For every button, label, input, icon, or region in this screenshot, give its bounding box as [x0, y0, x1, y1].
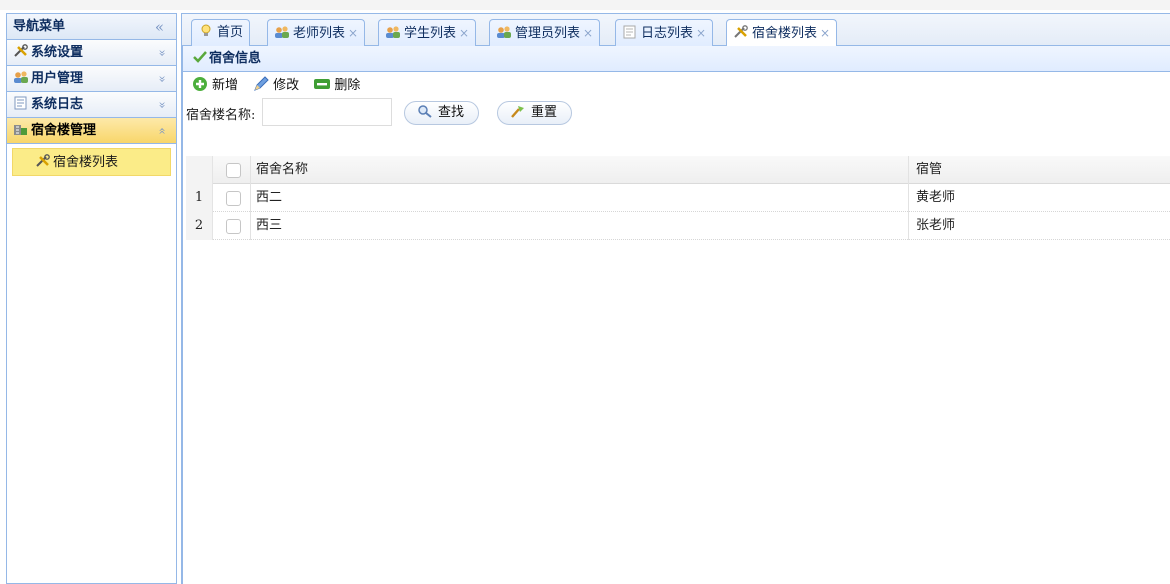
- dorm-name-cell: 西二: [256, 190, 283, 205]
- manager-cell: 张老师: [916, 218, 956, 233]
- edit-button[interactable]: 修改: [252, 74, 299, 98]
- bulb-icon: [201, 24, 211, 36]
- column-divider: [908, 184, 909, 212]
- nav-item-label: 宿舍楼列表: [53, 155, 119, 170]
- tab-label: 学生列表: [404, 26, 457, 41]
- nav-accordion: 导航菜单 « 系统设置 » 用户管理 » 系统日志 » 宿舍楼管理 « 宿舍楼列…: [6, 13, 177, 584]
- column-divider: [908, 212, 909, 240]
- add-label: 新增: [212, 78, 239, 93]
- column-header-dorm-name[interactable]: 宿舍名称: [256, 156, 308, 184]
- top-strip: [0, 0, 1170, 10]
- tab-label: 日志列表: [641, 26, 694, 41]
- users-icon: [497, 26, 511, 38]
- grid-toolbar: 新增 修改 删除: [183, 74, 1170, 98]
- nav-section-label: 系统日志: [31, 97, 84, 112]
- remove-icon: [314, 79, 331, 89]
- nav-section-system-settings[interactable]: 系统设置 »: [7, 40, 176, 66]
- add-icon: [193, 77, 207, 91]
- users-icon: [275, 26, 289, 38]
- dorm-name-label: 宿舍楼名称:: [186, 108, 256, 123]
- close-tab-icon[interactable]: ×: [459, 26, 469, 40]
- reset-icon: [511, 106, 524, 118]
- close-tab-icon[interactable]: ×: [583, 26, 593, 40]
- nav-menu-header: 导航菜单 «: [7, 14, 176, 40]
- dorm-management-body: 宿舍楼列表: [7, 144, 176, 180]
- tab-student-list[interactable]: 学生列表 ×: [378, 19, 477, 47]
- tab-label: 首页: [217, 25, 244, 40]
- users-icon: [386, 26, 400, 38]
- tab-log-list[interactable]: 日志列表 ×: [615, 19, 714, 47]
- tools-icon: [734, 25, 748, 38]
- nav-item-dorm-list[interactable]: 宿舍楼列表: [12, 148, 171, 176]
- row-number: 2: [186, 212, 213, 240]
- search-bar: 宿舍楼名称: 查找 重置: [183, 98, 1170, 128]
- row-checkbox[interactable]: [226, 191, 241, 206]
- row-number-header: [186, 156, 213, 184]
- users-icon: [14, 71, 28, 83]
- panel-title: 宿舍信息: [209, 51, 262, 66]
- edit-label: 修改: [273, 78, 300, 93]
- search-button[interactable]: 查找: [404, 101, 480, 125]
- pencil-icon: [254, 76, 269, 91]
- dorm-info-panel: 宿舍信息 新增 修改 删除 宿舍楼名称: 查找 重置 宿舍名称 宿管 1 西二 …: [182, 46, 1170, 584]
- reset-button[interactable]: 重置: [497, 101, 573, 125]
- tab-teacher-list[interactable]: 老师列表 ×: [267, 19, 366, 47]
- nav-menu-title: 导航菜单: [13, 19, 66, 34]
- expand-section-icon[interactable]: »: [149, 101, 175, 108]
- building-icon: [14, 125, 27, 135]
- table-row[interactable]: 2 西三 张老师: [186, 212, 1170, 240]
- doc-icon: [623, 25, 636, 39]
- dorm-name-input[interactable]: [262, 98, 392, 126]
- tools-icon: [36, 154, 50, 167]
- row-checkbox[interactable]: [226, 219, 241, 234]
- nav-section-label: 宿舍楼管理: [31, 123, 97, 138]
- log-icon: [14, 96, 27, 110]
- collapse-sidebar-icon[interactable]: «: [155, 14, 164, 40]
- column-divider: [908, 156, 909, 184]
- dorm-name-cell: 西三: [256, 218, 283, 233]
- column-header-manager[interactable]: 宿管: [916, 156, 942, 184]
- column-divider: [250, 184, 251, 212]
- reset-label: 重置: [531, 105, 558, 120]
- tab-dorm-list[interactable]: 宿舍楼列表 ×: [726, 19, 838, 48]
- delete-label: 删除: [334, 78, 361, 93]
- column-divider: [250, 156, 251, 184]
- nav-section-label: 用户管理: [31, 71, 84, 86]
- nav-section-system-log[interactable]: 系统日志 »: [7, 92, 176, 118]
- tab-label: 管理员列表: [515, 26, 581, 41]
- tab-admin-list[interactable]: 管理员列表 ×: [489, 19, 601, 47]
- select-all-checkbox[interactable]: [226, 163, 241, 178]
- collapse-section-icon[interactable]: «: [149, 127, 175, 134]
- tools-icon: [14, 44, 28, 57]
- row-number: 1: [186, 184, 213, 212]
- nav-section-user-management[interactable]: 用户管理 »: [7, 66, 176, 92]
- search-label: 查找: [438, 105, 465, 120]
- table-row[interactable]: 1 西二 黄老师: [186, 184, 1170, 212]
- grid-header-row: 宿舍名称 宿管: [186, 156, 1170, 184]
- close-tab-icon[interactable]: ×: [348, 26, 358, 40]
- nav-section-label: 系统设置: [31, 45, 84, 60]
- column-divider: [250, 212, 251, 240]
- nav-section-dorm-management[interactable]: 宿舍楼管理 «: [7, 118, 176, 144]
- main-area: 首页 老师列表 × 学生列表 × 管理员列表 × 日志列表 × 宿舍楼列表 × …: [181, 13, 1170, 584]
- dorm-grid: 宿舍名称 宿管 1 西二 黄老师 2 西三 张老师: [186, 156, 1170, 240]
- manager-cell: 黄老师: [916, 190, 956, 205]
- tab-strip: 首页 老师列表 × 学生列表 × 管理员列表 × 日志列表 × 宿舍楼列表 ×: [182, 13, 1170, 48]
- panel-title-bar: 宿舍信息: [183, 46, 1170, 72]
- check-icon: [193, 51, 207, 63]
- close-tab-icon[interactable]: ×: [696, 26, 706, 40]
- search-icon: [418, 105, 432, 118]
- tab-label: 老师列表: [293, 26, 346, 41]
- expand-section-icon[interactable]: »: [149, 49, 175, 56]
- delete-button[interactable]: 删除: [313, 74, 360, 98]
- tab-label: 宿舍楼列表: [752, 26, 818, 41]
- tab-home[interactable]: 首页: [191, 19, 251, 47]
- close-tab-icon[interactable]: ×: [820, 26, 830, 40]
- expand-section-icon[interactable]: »: [149, 75, 175, 82]
- add-button[interactable]: 新增: [191, 74, 238, 98]
